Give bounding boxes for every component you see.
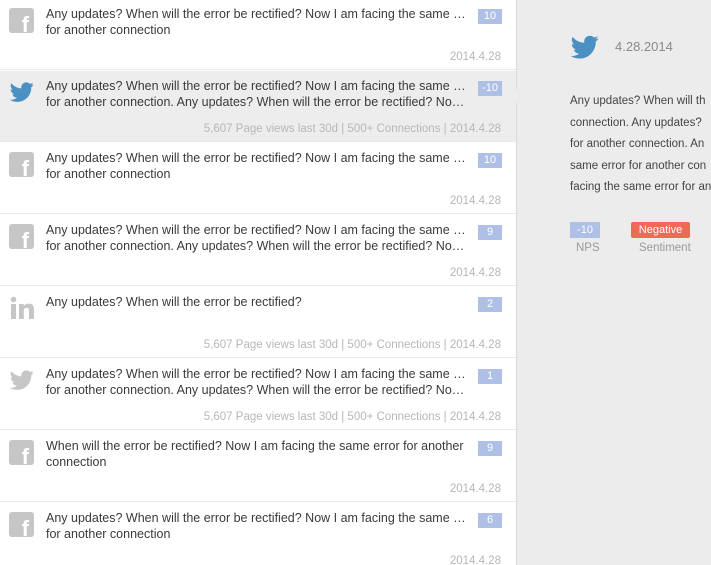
feed-item-message: Any updates? When will the error be rect… [46,294,466,310]
message-line: Any updates? When will the error be rect… [46,151,466,165]
nps-label: NPS [576,242,600,254]
feed-item-message: Any updates? When will the error be rect… [46,366,466,398]
linkedin-icon [9,296,34,321]
feed-item[interactable]: Any updates? When will the error be rect… [0,71,516,142]
message-line: for another connection. Any updates? Whe… [46,383,466,397]
message-line: Any updates? When will the error be rect… [46,295,302,309]
feed-item-meta: 2014.4.28 [449,483,501,495]
message-line: Any updates? When will the error be rect… [46,7,466,21]
feed-item[interactable]: Any updates? When will the error be rect… [0,359,516,430]
twitter-icon [9,80,34,105]
feed-item[interactable]: f Any updates? When will the error be rec… [0,143,516,214]
score-badge: 9 [478,441,502,456]
message-line: for another connection [46,23,171,37]
message-line: When will the error be rectified? Now I … [46,439,464,453]
message-line: for another connection. Any updates? Whe… [46,95,466,109]
feed-item[interactable]: f When will the error be rectified? Now I… [0,431,516,502]
facebook-icon: f [9,224,34,252]
facebook-icon: f [9,8,34,36]
twitter-icon [9,368,34,393]
detail-date: 4.28.2014 [615,39,673,54]
feed-item-meta: 5,607 Page views last 30d | 500+ Connect… [203,339,501,351]
feed-item-meta: 2014.4.28 [449,555,501,565]
feed-item-message: Any updates? When will the error be rect… [46,78,466,110]
message-line: connection [46,455,107,469]
feed-item-message: Any updates? When will the error be rect… [46,222,466,254]
detail-message-line: connection. Any updates? [570,116,702,129]
feed-item-message: When will the error be rectified? Now I … [46,438,466,470]
detail-message-line: same error for another con [570,159,707,172]
twitter-icon [570,33,600,61]
feed-item[interactable]: f Any updates? When will the error be rec… [0,503,516,565]
feed-item-message: Any updates? When will the error be rect… [46,150,466,182]
feed-item-meta: 2014.4.28 [449,267,501,279]
score-badge: 2 [478,297,502,312]
message-line: Any updates? When will the error be rect… [46,79,466,93]
facebook-icon: f [9,440,34,468]
score-badge: 9 [478,225,502,240]
facebook-icon: f [9,512,34,540]
feed-item-message: Any updates? When will the error be rect… [46,6,466,38]
nps-badge: -10 [570,222,600,238]
feed-item[interactable]: Any updates? When will the error be rect… [0,287,516,358]
score-badge: -10 [478,81,502,96]
detail-message: Any updates? When will th connection. An… [570,91,711,199]
feed-item-meta: 2014.4.28 [449,195,501,207]
sentiment-label: Sentiment [639,242,691,254]
sentiment-badge: Negative [631,222,690,238]
score-badge: 1 [478,369,502,384]
feed-list: f Any updates? When will the error be rec… [0,0,516,565]
detail-panel: 4.28.2014 Any updates? When will th conn… [517,0,711,565]
message-line: for another connection [46,527,171,541]
feed-item-meta: 5,607 Page views last 30d | 500+ Connect… [203,123,501,135]
feed-item-meta: 5,607 Page views last 30d | 500+ Connect… [203,411,501,423]
message-line: Any updates? When will the error be rect… [46,511,466,525]
score-badge: 6 [478,513,502,528]
detail-message-line: Any updates? When will th [570,95,706,107]
detail-message-line: facing the same error for an [570,181,711,193]
feed-item-meta: 2014.4.28 [449,51,501,63]
score-badge: 10 [478,9,502,24]
feed-item-message: Any updates? When will the error be rect… [46,510,466,542]
detail-message-line: for another connection. An [570,138,705,150]
feed-item[interactable]: f Any updates? When will the error be rec… [0,215,516,286]
message-line: Any updates? When will the error be rect… [46,223,466,237]
message-line: for another connection. Any updates? Whe… [46,239,466,253]
message-line: Any updates? When will the error be rect… [46,367,466,381]
facebook-icon: f [9,152,34,180]
score-badge: 10 [478,153,502,168]
feed-item[interactable]: f Any updates? When will the error be rec… [0,0,516,70]
message-line: for another connection [46,167,171,181]
